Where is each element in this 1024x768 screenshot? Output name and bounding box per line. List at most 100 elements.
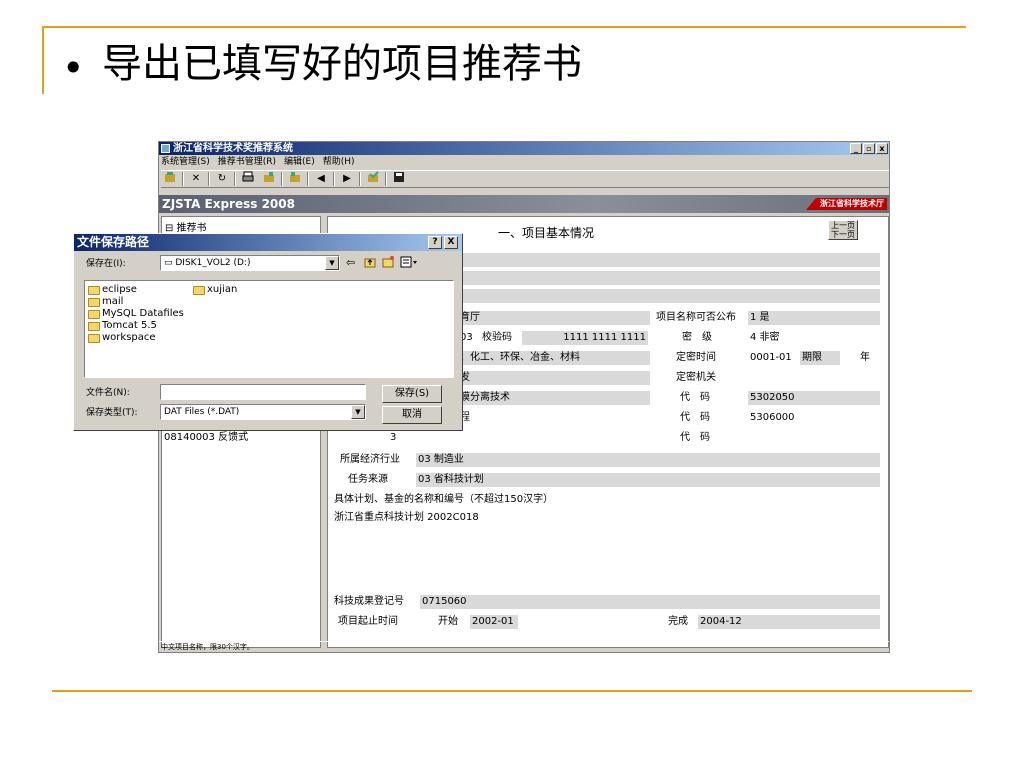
folder-name: mail bbox=[102, 296, 124, 307]
industry-value[interactable]: 03 制造业 bbox=[416, 453, 880, 467]
folder-name: workspace bbox=[102, 332, 156, 343]
row3-num: 3 bbox=[390, 432, 397, 443]
filetype-select[interactable]: DAT Files (*.DAT) ▼ bbox=[160, 404, 366, 420]
slide-top-rule bbox=[42, 26, 966, 28]
dialog-close-button[interactable]: X bbox=[444, 236, 458, 249]
publish-label: 项目名称可否公布 bbox=[656, 312, 736, 323]
folder-icon bbox=[88, 285, 100, 295]
folder-item[interactable]: workspace bbox=[88, 332, 156, 344]
status-bar: 中文项目名称，限30个汉字。 bbox=[159, 641, 889, 652]
code-label: 代 码 bbox=[680, 392, 710, 403]
prev-page-button[interactable]: 上一页 bbox=[829, 221, 857, 230]
menu-recommendation[interactable]: 推荐书管理(R) bbox=[218, 156, 276, 168]
save-button[interactable]: 保存(S) bbox=[382, 385, 442, 403]
app-icon bbox=[161, 144, 170, 153]
help-button[interactable]: ? bbox=[428, 236, 442, 249]
folder-item[interactable]: Tomcat 5.5 bbox=[88, 320, 157, 332]
menu-help[interactable]: 帮助(H) bbox=[323, 156, 355, 168]
plan-label: 具体计划、基金的名称和编号（不超过150汉字） bbox=[334, 494, 554, 505]
toolbar-separator bbox=[333, 172, 335, 186]
chevron-down-icon[interactable]: ▼ bbox=[351, 405, 365, 419]
reg-label: 科技成果登记号 bbox=[334, 596, 404, 607]
filetype-label: 保存类型(T): bbox=[86, 408, 138, 418]
folder-item[interactable]: xujian bbox=[193, 284, 237, 296]
toolbar-separator bbox=[281, 172, 283, 186]
maximize-button[interactable]: ▫ bbox=[863, 143, 875, 154]
folder-icon bbox=[88, 321, 100, 331]
filename-input[interactable] bbox=[160, 384, 366, 400]
new-icon[interactable] bbox=[161, 171, 179, 187]
menu-bar: 系统管理(S) 推荐书管理(R) 编辑(E) 帮助(H) bbox=[161, 156, 355, 168]
export-icon[interactable] bbox=[260, 171, 278, 187]
task-label: 任务来源 bbox=[348, 474, 388, 485]
folder-icon bbox=[88, 297, 100, 307]
filename-label: 文件名(N): bbox=[86, 388, 130, 398]
folder-name: xujian bbox=[207, 284, 238, 295]
refresh-icon[interactable]: ↻ bbox=[213, 171, 231, 187]
dev-field[interactable]: 发 bbox=[458, 371, 650, 385]
save-in-select[interactable]: ▭ DISK1_VOL2 (D:) ▼ bbox=[160, 255, 340, 271]
task-value[interactable]: 03 省科技计划 bbox=[416, 473, 880, 487]
toolbar-separator bbox=[182, 172, 184, 186]
end-label: 完成 bbox=[668, 616, 688, 627]
view-menu-icon[interactable] bbox=[400, 256, 418, 272]
file-list[interactable]: eclipse xujian mail MySQL Datafiles Tomc… bbox=[84, 280, 454, 378]
checksum-label: 校验码 bbox=[482, 332, 512, 343]
subject-field[interactable]: 、化工、环保、冶金、材料 bbox=[458, 351, 650, 365]
folder-item[interactable]: mail bbox=[88, 296, 123, 308]
folder-name: eclipse bbox=[102, 284, 137, 295]
next-page-button[interactable]: 下一页 bbox=[829, 230, 857, 239]
secret-org-label: 定密机关 bbox=[676, 372, 716, 383]
up-folder-icon[interactable] bbox=[364, 256, 376, 272]
year-label: 年 bbox=[860, 352, 870, 363]
slide-left-rule bbox=[42, 26, 44, 94]
close-button[interactable]: x bbox=[876, 143, 888, 154]
brand-bar: ZJSTA Express 2008 浙江省科学技术厅 bbox=[159, 195, 889, 213]
tree-root[interactable]: ⊟ 推荐书 bbox=[165, 219, 207, 234]
toolbar-separator bbox=[307, 172, 309, 186]
check-icon[interactable] bbox=[364, 171, 382, 187]
folder-icon bbox=[88, 333, 100, 343]
folder-item[interactable]: eclipse bbox=[88, 284, 137, 296]
toolbar-separator bbox=[359, 172, 361, 186]
save-icon[interactable] bbox=[390, 171, 408, 187]
code1-value[interactable]: 5302050 bbox=[748, 391, 880, 405]
new-folder-icon[interactable] bbox=[382, 256, 394, 272]
prev-icon[interactable]: ◀ bbox=[312, 171, 330, 187]
minimize-button[interactable]: _ bbox=[850, 143, 862, 154]
folder-icon bbox=[193, 285, 205, 295]
publish-value[interactable]: 1 是 bbox=[748, 311, 880, 325]
back-icon[interactable]: ⇦ bbox=[346, 257, 355, 269]
end-value[interactable]: 2004-12 bbox=[698, 615, 880, 629]
save-in-label: 保存在(I): bbox=[86, 259, 126, 269]
section-title: 一、项目基本情况 bbox=[498, 226, 595, 240]
start-value[interactable]: 2002-01 bbox=[470, 615, 518, 629]
import-icon[interactable] bbox=[286, 171, 304, 187]
chevron-down-icon[interactable]: ▼ bbox=[325, 256, 339, 270]
secret-value[interactable]: 4 非密 bbox=[748, 331, 880, 345]
folder-icon bbox=[88, 309, 100, 319]
secret-time-value[interactable]: 0001-01 bbox=[748, 351, 796, 365]
tech-field[interactable]: 膜分离技术 bbox=[458, 391, 650, 405]
reg-value[interactable]: 0715060 bbox=[420, 595, 880, 609]
period-label: 期限 bbox=[800, 351, 840, 365]
code2-value[interactable]: 5306000 bbox=[748, 411, 880, 425]
toolbar: ✕ ↻ ◀ ▶ bbox=[161, 170, 889, 188]
print-icon[interactable] bbox=[239, 171, 257, 187]
period-time-label: 项目起止时间 bbox=[338, 616, 398, 627]
app-titlebar: 浙江省科学技术奖推荐系统 _ ▫ x bbox=[159, 142, 889, 155]
folder-item[interactable]: MySQL Datafiles bbox=[88, 308, 184, 320]
app-title: 浙江省科学技术奖推荐系统 bbox=[173, 143, 293, 154]
save-dialog: 文件保存路径 ? X 保存在(I): ▭ DISK1_VOL2 (D:) ▼ ⇦… bbox=[73, 233, 463, 431]
slide-bullet: • bbox=[62, 46, 85, 90]
checksum-value[interactable]: 1111 1111 1111 bbox=[522, 331, 648, 345]
menu-edit[interactable]: 编辑(E) bbox=[284, 156, 315, 168]
industry-label: 所属经济行业 bbox=[340, 454, 400, 465]
dept-field[interactable]: 育厅 bbox=[458, 311, 650, 325]
plan-value[interactable]: 浙江省重点科技计划 2002C018 bbox=[332, 511, 880, 525]
menu-system[interactable]: 系统管理(S) bbox=[161, 156, 210, 168]
next-icon[interactable]: ▶ bbox=[338, 171, 356, 187]
secret-time-label: 定密时间 bbox=[676, 352, 716, 363]
cancel-button[interactable]: 取消 bbox=[382, 406, 442, 424]
delete-icon[interactable]: ✕ bbox=[187, 171, 205, 187]
